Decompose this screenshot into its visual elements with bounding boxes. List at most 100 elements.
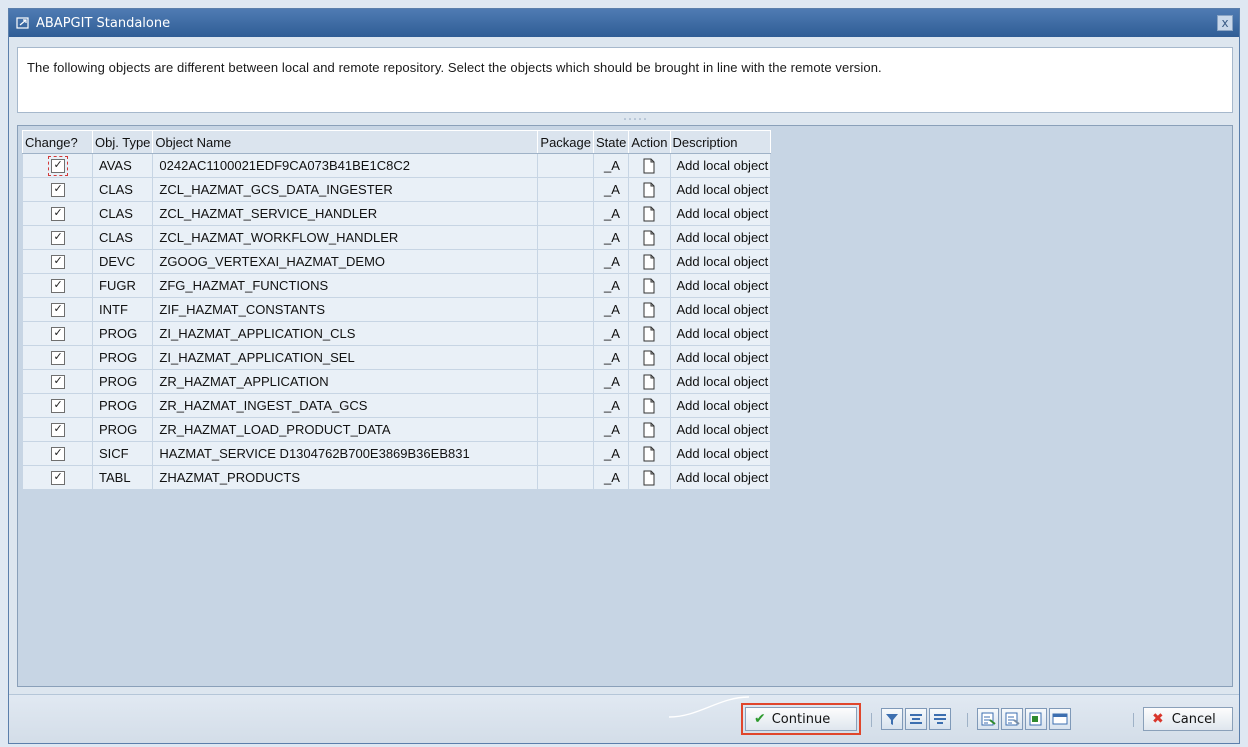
change-checkbox[interactable]: ✓ xyxy=(50,471,65,486)
action-cell xyxy=(628,393,671,418)
table-row[interactable]: ✓ AVAS 0242AC1100021EDF9CA073B41BE1C8C2 _A A… xyxy=(22,153,772,178)
change-checkbox[interactable]: ✓ xyxy=(50,303,65,318)
description-cell: Add local object xyxy=(669,417,772,442)
obj-type-cell: PROG xyxy=(91,417,154,442)
description-cell: Add local object xyxy=(669,201,772,226)
checkmark-icon: ✓ xyxy=(53,231,63,244)
change-cell: ✓ xyxy=(22,441,93,466)
message-panel: The following objects are different betw… xyxy=(17,47,1233,113)
change-checkbox[interactable]: ✓ xyxy=(47,156,68,177)
change-cell: ✓ xyxy=(22,201,93,226)
column-header-action[interactable]: Action xyxy=(628,130,671,154)
obj-type-cell: INTF xyxy=(91,297,154,322)
table-row[interactable]: ✓ PROG ZI_HAZMAT_APPLICATION_CLS _A Add loca… xyxy=(22,321,772,346)
change-checkbox[interactable]: ✓ xyxy=(50,207,65,222)
change-checkbox[interactable]: ✓ xyxy=(50,375,65,390)
change-checkbox[interactable]: ✓ xyxy=(50,423,65,438)
state-cell: _A xyxy=(592,153,630,178)
description-cell: Add local object xyxy=(669,249,772,274)
change-cell: ✓ xyxy=(22,417,93,442)
change-checkbox[interactable]: ✓ xyxy=(50,327,65,342)
state-cell: _A xyxy=(592,345,630,370)
change-checkbox[interactable]: ✓ xyxy=(50,231,65,246)
toolbar-separator xyxy=(871,713,872,727)
action-cell xyxy=(628,177,671,202)
document-icon xyxy=(643,302,655,318)
table-row[interactable]: ✓ CLAS ZCL_HAZMAT_WORKFLOW_HANDLER _A Add lo… xyxy=(22,225,772,250)
cancel-button[interactable]: ✖ Cancel xyxy=(1143,707,1233,731)
table-row[interactable]: ✓ CLAS ZCL_HAZMAT_GCS_DATA_INGESTER _A Add l… xyxy=(22,177,772,202)
button-bar: ✔ Continue ✖ Cancel xyxy=(9,694,1239,743)
change-cell: ✓ xyxy=(22,321,93,346)
sort-descending-button[interactable] xyxy=(929,708,951,730)
obj-type-cell: CLAS xyxy=(91,201,154,226)
object-name-cell: ZCL_HAZMAT_WORKFLOW_HANDLER xyxy=(152,225,539,250)
filter-button[interactable] xyxy=(881,708,903,730)
object-name-cell: ZHAZMAT_PRODUCTS xyxy=(152,465,539,490)
splitter-handle[interactable] xyxy=(623,117,647,123)
description-cell: Add local object xyxy=(669,177,772,202)
obj-type-cell: TABL xyxy=(91,465,154,490)
deselect-all-button[interactable] xyxy=(1001,708,1023,730)
table-row[interactable]: ✓ PROG ZR_HAZMAT_APPLICATION _A Add local ob… xyxy=(22,369,772,394)
table-row[interactable]: ✓ INTF ZIF_HAZMAT_CONSTANTS _A Add local obj… xyxy=(22,297,772,322)
document-icon xyxy=(643,206,655,222)
action-cell xyxy=(628,273,671,298)
obj-type-cell: FUGR xyxy=(91,273,154,298)
document-icon xyxy=(643,326,655,342)
package-cell xyxy=(537,297,594,322)
package-cell xyxy=(537,273,594,298)
table-row[interactable]: ✓ TABL ZHAZMAT_PRODUCTS _A Add local object xyxy=(22,465,772,490)
document-icon xyxy=(643,230,655,246)
object-name-cell: ZR_HAZMAT_LOAD_PRODUCT_DATA xyxy=(152,417,539,442)
description-cell: Add local object xyxy=(669,297,772,322)
table-row[interactable]: ✓ SICF HAZMAT_SERVICE D1304762B700E3869B36… xyxy=(22,441,772,466)
change-cell: ✓ xyxy=(22,297,93,322)
cancel-label: Cancel xyxy=(1171,711,1216,727)
layout-button[interactable] xyxy=(1049,708,1071,730)
cancel-icon: ✖ xyxy=(1152,711,1164,727)
close-button[interactable]: x xyxy=(1217,15,1233,31)
table-row[interactable]: ✓ PROG ZI_HAZMAT_APPLICATION_SEL _A Add loca… xyxy=(22,345,772,370)
object-name-cell: HAZMAT_SERVICE D1304762B700E3869B36EB831 xyxy=(152,441,539,466)
change-checkbox[interactable]: ✓ xyxy=(50,183,65,198)
change-checkbox[interactable]: ✓ xyxy=(50,255,65,270)
action-cell xyxy=(628,369,671,394)
change-cell: ✓ xyxy=(22,345,93,370)
column-header-state[interactable]: State xyxy=(592,130,630,154)
object-name-cell: 0242AC1100021EDF9CA073B41BE1C8C2 xyxy=(152,153,539,178)
obj-type-cell: CLAS xyxy=(91,177,154,202)
obj-type-cell: PROG xyxy=(91,393,154,418)
state-cell: _A xyxy=(592,369,630,394)
table-row[interactable]: ✓ PROG ZR_HAZMAT_INGEST_DATA_GCS _A Add loca… xyxy=(22,393,772,418)
column-header-object-name[interactable]: Object Name xyxy=(152,130,539,154)
description-cell: Add local object xyxy=(669,465,772,490)
change-checkbox[interactable]: ✓ xyxy=(50,279,65,294)
document-icon xyxy=(643,470,655,486)
change-checkbox[interactable]: ✓ xyxy=(50,399,65,414)
table-row[interactable]: ✓ DEVC ZGOOG_VERTEXAI_HAZMAT_DEMO _A Add loc… xyxy=(22,249,772,274)
change-cell: ✓ xyxy=(22,177,93,202)
table-row[interactable]: ✓ FUGR ZFG_HAZMAT_FUNCTIONS _A Add local obj… xyxy=(22,273,772,298)
column-header-package[interactable]: Package xyxy=(537,130,594,154)
change-checkbox[interactable]: ✓ xyxy=(50,447,65,462)
table-row[interactable]: ✓ CLAS ZCL_HAZMAT_SERVICE_HANDLER _A Add loc… xyxy=(22,201,772,226)
select-all-button[interactable] xyxy=(977,708,999,730)
change-cell: ✓ xyxy=(22,249,93,274)
continue-button[interactable]: ✔ Continue xyxy=(741,703,861,735)
state-cell: _A xyxy=(592,249,630,274)
change-checkbox[interactable]: ✓ xyxy=(50,351,65,366)
object-grid-frame: Change? Obj. Type Object Name Package St… xyxy=(17,125,1233,687)
column-header-obj-type[interactable]: Obj. Type xyxy=(91,130,154,154)
column-header-description[interactable]: Description xyxy=(669,130,772,154)
change-cell: ✓ xyxy=(22,393,93,418)
change-cell: ✓ xyxy=(22,273,93,298)
select-block-button[interactable] xyxy=(1025,708,1047,730)
column-header-change[interactable]: Change? xyxy=(22,130,93,154)
sort-ascending-button[interactable] xyxy=(905,708,927,730)
close-icon: x xyxy=(1221,16,1229,30)
dialog-title: ABAPGIT Standalone xyxy=(36,15,171,31)
object-name-cell: ZI_HAZMAT_APPLICATION_CLS xyxy=(152,321,539,346)
state-cell: _A xyxy=(592,177,630,202)
table-row[interactable]: ✓ PROG ZR_HAZMAT_LOAD_PRODUCT_DATA _A Add lo… xyxy=(22,417,772,442)
